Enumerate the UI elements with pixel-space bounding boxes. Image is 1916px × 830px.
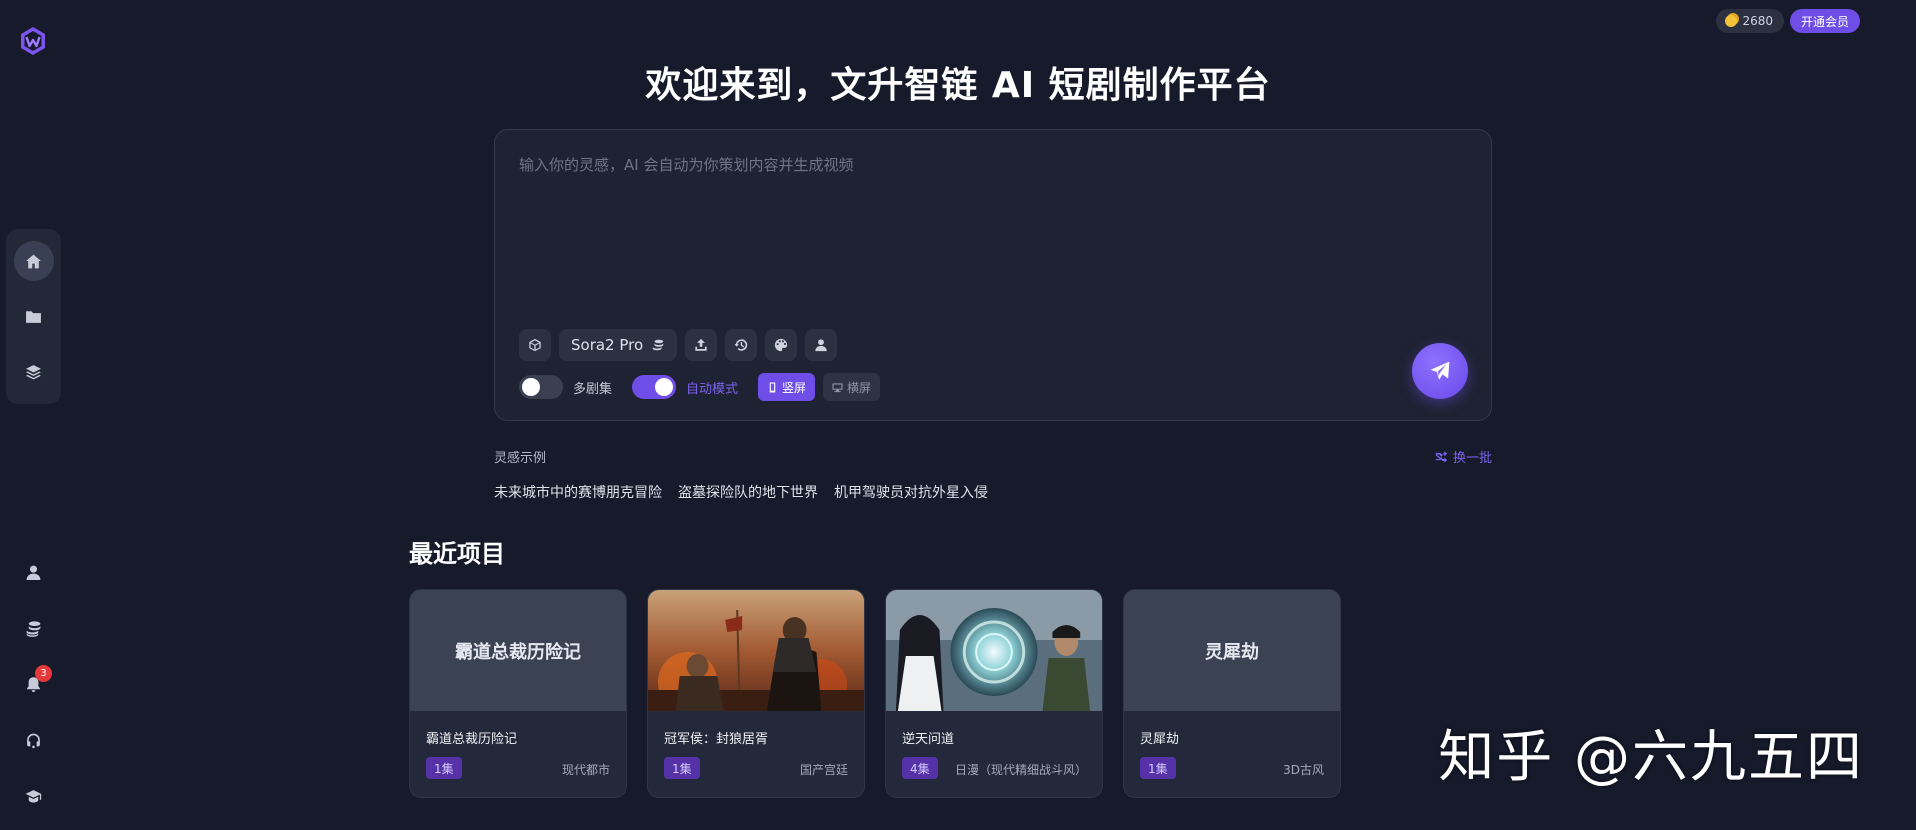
sidebar-item-projects[interactable] — [6, 293, 61, 339]
model-selector[interactable]: Sora2 Pro — [559, 329, 678, 361]
watermark: 知乎 @六九五四 — [1438, 725, 1864, 790]
episode-badge: 1集 — [664, 757, 700, 779]
prompt-toolbar: Sora2 Pro — [519, 329, 838, 361]
project-name: 灵犀劫 — [1140, 732, 1180, 747]
project-card[interactable]: 冠军侯：封狼居胥 1集 国产宫廷 — [647, 589, 865, 798]
project-card[interactable]: 逆天问道 4集 日漫（现代精细战斗风） — [885, 589, 1103, 798]
phone-icon — [769, 381, 776, 393]
project-name: 霸道总裁历险记 — [426, 732, 518, 747]
project-cover: 霸道总裁历险记 — [410, 590, 626, 711]
sidebar-nav — [6, 229, 61, 404]
sidebar-item-tutorial[interactable] — [6, 773, 61, 819]
upload-icon — [695, 338, 707, 351]
headset-icon — [27, 733, 40, 748]
send-button[interactable] — [1412, 343, 1468, 399]
logo-icon — [21, 27, 45, 55]
recent-projects-list: 霸道总裁历险记 霸道总裁历险记 1集 现代都市 冠军侯：封狼居胥 1集 国产宫廷… — [409, 589, 1341, 798]
model-type-button[interactable] — [519, 329, 551, 361]
upload-button[interactable] — [685, 329, 718, 361]
refresh-label: 换一批 — [1452, 451, 1492, 466]
landscape-label: 横屏 — [847, 380, 872, 395]
coins-icon — [652, 339, 664, 351]
project-card[interactable]: 灵犀劫 灵犀劫 1集 3D古风 — [1123, 589, 1341, 798]
history-icon — [734, 339, 748, 351]
episode-badge: 4集 — [902, 757, 938, 779]
project-cover-image — [886, 590, 1102, 711]
project-name: 冠军侯：封狼居胥 — [664, 732, 769, 747]
vip-button[interactable]: 开通会员 — [1789, 9, 1860, 33]
battle-scene-image — [648, 590, 864, 711]
cube-icon — [529, 338, 541, 352]
user-icon — [26, 565, 41, 580]
notification-badge: 3 — [35, 665, 52, 682]
sidebar-item-support[interactable] — [6, 717, 61, 763]
sidebar-item-credits[interactable] — [6, 605, 61, 651]
sidebar-item-assets[interactable] — [6, 349, 61, 395]
inspiration-item[interactable]: 机甲驾驶员对抗外星入侵 — [834, 482, 988, 502]
layers-icon — [26, 364, 41, 379]
paper-plane-icon — [1430, 361, 1450, 380]
portrait-button[interactable]: 竖屏 — [758, 373, 816, 401]
landscape-button[interactable]: 横屏 — [823, 373, 881, 401]
project-name: 逆天问道 — [902, 732, 955, 747]
multi-episode-toggle[interactable] — [519, 375, 563, 399]
style-button[interactable] — [765, 329, 798, 361]
app-logo[interactable] — [18, 26, 48, 56]
project-genre: 国产宫廷 — [799, 763, 848, 777]
portrait-label: 竖屏 — [782, 380, 807, 395]
project-cover: 灵犀劫 — [1124, 590, 1340, 711]
coin-count: 2680 — [1742, 14, 1773, 28]
page-title: 欢迎来到，文升智链 AI 短剧制作平台 — [645, 65, 1271, 106]
project-cover-image — [648, 590, 864, 711]
graduation-cap-icon — [25, 789, 42, 803]
top-right-bar: 2680 开通会员 — [1716, 9, 1860, 33]
auto-mode-label: 自动模式 — [686, 381, 739, 397]
home-icon — [26, 254, 41, 268]
project-genre: 3D古风 — [1283, 763, 1324, 777]
inspiration-list: 未来城市中的赛博朋克冒险 盗墓探险队的地下世界 机甲驾驶员对抗外星入侵 — [494, 482, 988, 502]
project-genre: 日漫（现代精细战斗风） — [955, 763, 1088, 777]
monitor-icon — [832, 382, 843, 392]
refresh-inspiration-button[interactable]: 换一批 — [1435, 447, 1492, 466]
history-button[interactable] — [725, 329, 758, 361]
shuffle-icon — [1435, 451, 1448, 463]
sidebar-item-profile[interactable] — [6, 549, 61, 595]
episode-badge: 1集 — [426, 757, 462, 779]
inspiration-item[interactable]: 未来城市中的赛博朋克冒险 — [494, 482, 662, 502]
episode-badge: 1集 — [1140, 757, 1176, 779]
prompt-input[interactable] — [519, 154, 1459, 314]
sidebar-item-notifications[interactable]: 3 — [6, 661, 61, 707]
inspiration-label: 灵感示例 — [494, 451, 547, 466]
multi-episode-label: 多剧集 — [573, 381, 613, 397]
folder-icon — [26, 310, 41, 323]
recent-projects-title: 最近项目 — [409, 540, 505, 568]
coins-icon — [1725, 15, 1738, 27]
coin-balance[interactable]: 2680 — [1716, 9, 1784, 33]
character-button[interactable] — [805, 329, 838, 361]
palette-icon — [775, 338, 788, 352]
sidebar-item-home[interactable] — [6, 238, 61, 284]
prompt-panel: Sora2 Pro 多剧集 自动模式 竖屏 横屏 — [494, 129, 1492, 421]
auto-mode-toggle[interactable] — [632, 375, 677, 399]
project-genre: 现代都市 — [561, 763, 610, 777]
prompt-options: 多剧集 自动模式 竖屏 横屏 — [519, 373, 881, 401]
project-card[interactable]: 霸道总裁历险记 霸道总裁历险记 1集 现代都市 — [409, 589, 627, 798]
inspiration-item[interactable]: 盗墓探险队的地下世界 — [678, 482, 818, 502]
fantasy-scene-image — [886, 590, 1102, 711]
user-icon — [815, 339, 827, 352]
model-label: Sora2 Pro — [571, 336, 644, 354]
coins-icon — [26, 620, 41, 637]
